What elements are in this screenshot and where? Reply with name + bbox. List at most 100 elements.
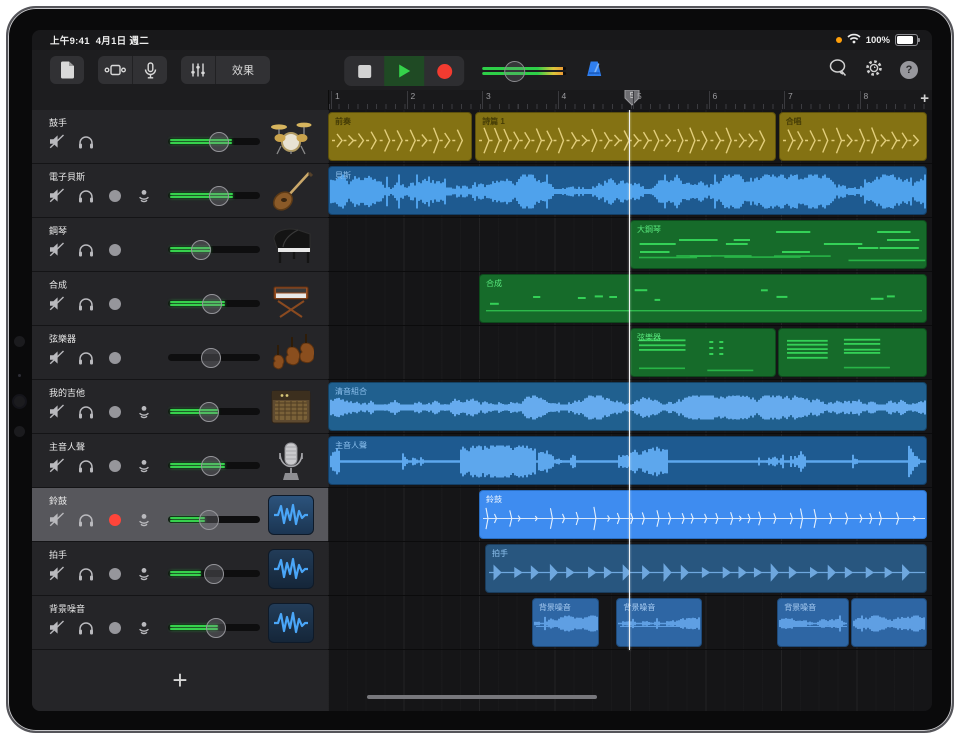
track-volume-knob[interactable] — [201, 456, 221, 476]
track-volume-slider[interactable] — [168, 246, 260, 253]
headphones-solo-icon[interactable] — [71, 621, 100, 635]
record-enable-icon[interactable] — [100, 244, 129, 256]
input-monitor-icon[interactable] — [129, 567, 158, 581]
track-volume-slider[interactable] — [168, 570, 260, 577]
mute-icon[interactable] — [42, 350, 71, 365]
synth-instrument-icon[interactable] — [268, 279, 314, 319]
playhead-line[interactable] — [629, 110, 630, 650]
mute-icon[interactable] — [42, 296, 71, 311]
track-lane-9[interactable]: 拍手 — [328, 542, 932, 596]
track-lane-7[interactable]: 主音人聲 — [328, 434, 932, 488]
extend-song-button[interactable]: + — [920, 90, 929, 107]
region-part[interactable] — [778, 328, 927, 377]
track-lane-10[interactable]: 背景噪音背景噪音背景噪音 — [328, 596, 932, 650]
track-volume-slider[interactable] — [168, 138, 260, 145]
track-regions-view-button[interactable] — [98, 56, 132, 84]
headphones-solo-icon[interactable] — [71, 459, 100, 473]
track-header-1[interactable]: 鼓手 — [32, 110, 328, 164]
track-volume-slider[interactable] — [168, 300, 260, 307]
mute-icon[interactable] — [42, 512, 71, 527]
region-主音人聲[interactable]: 主音人聲 — [328, 436, 927, 485]
stop-button[interactable] — [344, 56, 384, 86]
track-header-6[interactable]: 我的吉他 — [32, 380, 328, 434]
play-button[interactable] — [384, 56, 424, 86]
input-monitor-icon[interactable] — [129, 189, 158, 203]
mute-icon[interactable] — [42, 620, 71, 635]
tracks-timeline[interactable]: 前奏詩篇 1合唱貝斯大鋼琴合成弦樂器清音組合主音人聲鈴鼓拍手背景噪音背景噪音背景… — [328, 110, 932, 711]
track-volume-knob[interactable] — [209, 132, 229, 152]
track-volume-knob[interactable] — [199, 510, 219, 530]
track-lane-4[interactable]: 合成 — [328, 272, 932, 326]
record-enable-icon[interactable] — [100, 406, 129, 418]
record-enable-icon[interactable] — [100, 568, 129, 580]
region-背景噪音[interactable]: 背景噪音 — [532, 598, 599, 647]
region-背景噪音[interactable]: 背景噪音 — [777, 598, 849, 647]
record-enable-icon[interactable] — [100, 298, 129, 310]
record-enable-icon[interactable] — [100, 190, 129, 202]
track-volume-slider[interactable] — [168, 354, 260, 361]
track-volume-slider[interactable] — [168, 516, 260, 523]
track-volume-knob[interactable] — [206, 618, 226, 638]
track-header-3[interactable]: 鋼琴 — [32, 218, 328, 272]
region-弦樂器[interactable]: 弦樂器 — [630, 328, 776, 377]
region-合成[interactable]: 合成 — [479, 274, 927, 323]
track-lane-1[interactable]: 前奏詩篇 1合唱 — [328, 110, 932, 164]
track-header-7[interactable]: 主音人聲 — [32, 434, 328, 488]
ruler[interactable]: + 5 12345678 — [32, 90, 932, 110]
metronome-icon[interactable] — [584, 59, 604, 84]
region-詩篇 1[interactable]: 詩篇 1 — [475, 112, 776, 161]
region-拍手[interactable]: 拍手 — [485, 544, 927, 593]
track-volume-knob[interactable] — [202, 294, 222, 314]
add-track-button[interactable]: + — [172, 665, 187, 696]
audio-wave-instrument-icon[interactable] — [268, 549, 314, 589]
region-大鋼琴[interactable]: 大鋼琴 — [630, 220, 927, 269]
headphones-solo-icon[interactable] — [71, 351, 100, 365]
region-前奏[interactable]: 前奏 — [328, 112, 472, 161]
mute-icon[interactable] — [42, 458, 71, 473]
region-part[interactable] — [851, 598, 927, 647]
record-enable-icon[interactable] — [100, 460, 129, 472]
amp-instrument-icon[interactable] — [268, 387, 314, 427]
track-volume-knob[interactable] — [201, 348, 221, 368]
effects-button[interactable]: 效果 — [215, 56, 270, 84]
track-header-5[interactable]: 弦樂器 — [32, 326, 328, 380]
track-volume-knob[interactable] — [204, 564, 224, 584]
track-header-10[interactable]: 背景噪音 — [32, 596, 328, 650]
bass-instrument-icon[interactable] — [268, 171, 314, 211]
record-enable-icon[interactable] — [100, 352, 129, 364]
microphone-input-button[interactable] — [132, 56, 167, 84]
track-header-9[interactable]: 拍手 — [32, 542, 328, 596]
track-lane-2[interactable]: 貝斯 — [328, 164, 932, 218]
mute-icon[interactable] — [42, 566, 71, 581]
record-enable-icon[interactable] — [100, 622, 129, 634]
audio-wave-instrument-icon[interactable] — [268, 495, 314, 535]
loop-browser-icon[interactable] — [828, 58, 848, 83]
region-清音組合[interactable]: 清音組合 — [328, 382, 927, 431]
track-volume-knob[interactable] — [209, 186, 229, 206]
headphones-solo-icon[interactable] — [71, 189, 100, 203]
mute-icon[interactable] — [42, 404, 71, 419]
track-volume-knob[interactable] — [191, 240, 211, 260]
track-lane-6[interactable]: 清音組合 — [328, 380, 932, 434]
region-鈴鼓[interactable]: 鈴鼓 — [479, 490, 927, 539]
headphones-solo-icon[interactable] — [71, 297, 100, 311]
region-合唱[interactable]: 合唱 — [779, 112, 927, 161]
mute-icon[interactable] — [42, 242, 71, 257]
track-volume-slider[interactable] — [168, 624, 260, 631]
headphones-solo-icon[interactable] — [71, 567, 100, 581]
headphones-solo-icon[interactable] — [71, 513, 100, 527]
help-button[interactable]: ? — [900, 61, 918, 79]
my-songs-button[interactable] — [50, 56, 84, 84]
track-lane-3[interactable]: 大鋼琴 — [328, 218, 932, 272]
settings-gear-icon[interactable] — [864, 58, 884, 83]
master-volume-knob[interactable] — [504, 61, 525, 82]
input-monitor-icon[interactable] — [129, 621, 158, 635]
input-monitor-icon[interactable] — [129, 459, 158, 473]
track-lane-8[interactable]: 鈴鼓 — [328, 488, 932, 542]
track-header-8[interactable]: 鈴鼓 — [32, 488, 328, 542]
master-volume-slider[interactable] — [482, 63, 566, 79]
headphones-solo-icon[interactable] — [71, 135, 100, 149]
fx-sliders-button[interactable] — [181, 56, 215, 84]
headphones-solo-icon[interactable] — [71, 405, 100, 419]
track-volume-slider[interactable] — [168, 408, 260, 415]
